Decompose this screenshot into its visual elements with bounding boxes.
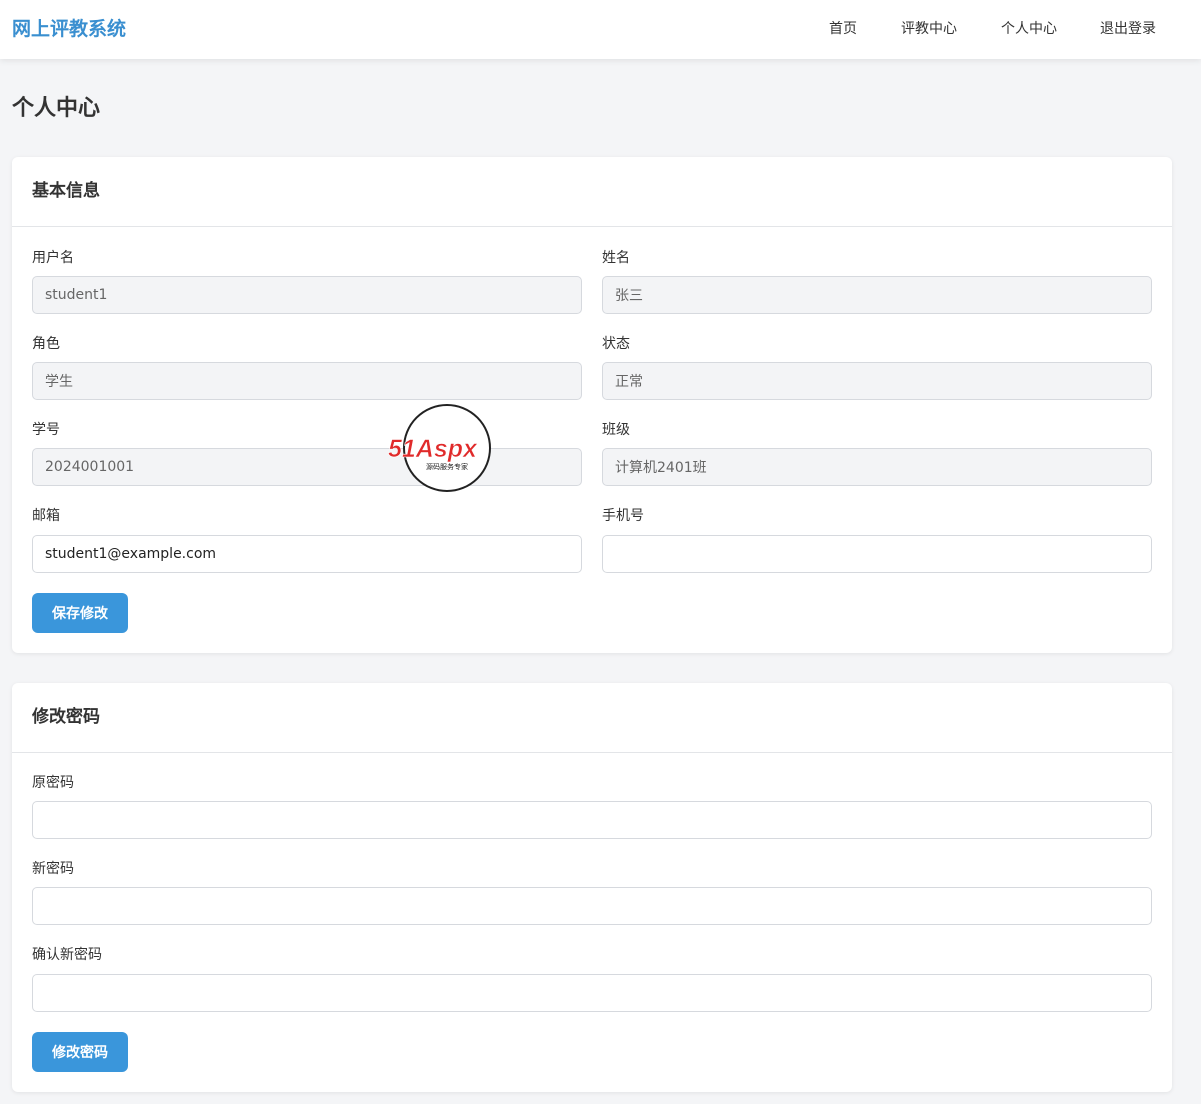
name-label: 姓名 <box>602 250 630 266</box>
status-field[interactable] <box>602 362 1152 400</box>
basic-info-header: 基本信息 <box>12 157 1172 227</box>
username-label: 用户名 <box>32 250 74 266</box>
basic-info-card: 基本信息 用户名 姓名 角色 状态 学号 班级 邮箱 手机号 保存修改 <box>12 157 1172 653</box>
phone-input[interactable] <box>602 535 1152 573</box>
nav-logout[interactable]: 退出登录 <box>1100 19 1156 39</box>
new-password-input[interactable] <box>32 887 1152 925</box>
student-no-field[interactable] <box>32 448 582 486</box>
role-label: 角色 <box>32 336 60 352</box>
change-password-title: 修改密码 <box>32 707 100 727</box>
change-password-header: 修改密码 <box>12 683 1172 753</box>
nav-evaluation-center[interactable]: 评教中心 <box>901 19 957 39</box>
confirm-password-input[interactable] <box>32 974 1152 1012</box>
change-password-card: 修改密码 原密码 新密码 确认新密码 修改密码 <box>12 683 1172 1092</box>
email-input[interactable] <box>32 535 582 573</box>
nav-home[interactable]: 首页 <box>829 19 857 39</box>
basic-info-title: 基本信息 <box>32 181 100 201</box>
old-password-label: 原密码 <box>32 775 74 791</box>
save-changes-button[interactable]: 保存修改 <box>32 593 128 633</box>
email-label: 邮箱 <box>32 508 60 524</box>
page-title: 个人中心 <box>12 96 101 121</box>
brand-logo[interactable]: 网上评教系统 <box>12 15 126 43</box>
top-navbar: 网上评教系统 首页 评教中心 个人中心 退出登录 <box>0 0 1201 59</box>
class-field[interactable] <box>602 448 1152 486</box>
username-field[interactable] <box>32 276 582 314</box>
status-label: 状态 <box>602 336 630 352</box>
new-password-label: 新密码 <box>32 861 74 877</box>
confirm-password-label: 确认新密码 <box>32 947 102 963</box>
name-field[interactable] <box>602 276 1152 314</box>
student-no-label: 学号 <box>32 422 60 438</box>
phone-label: 手机号 <box>602 508 644 524</box>
role-field[interactable] <box>32 362 582 400</box>
old-password-input[interactable] <box>32 801 1152 839</box>
class-label: 班级 <box>602 422 630 438</box>
nav-personal-center[interactable]: 个人中心 <box>1001 19 1057 39</box>
change-password-button[interactable]: 修改密码 <box>32 1032 128 1072</box>
